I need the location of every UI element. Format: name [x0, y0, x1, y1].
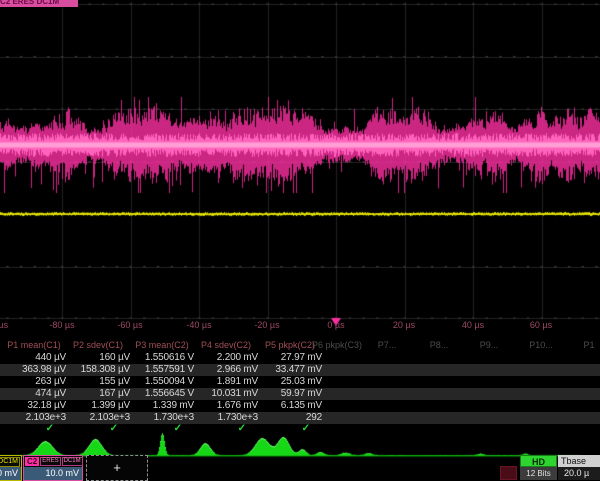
param-header-inactive[interactable]: P6 pkpk(C3) — [308, 339, 366, 351]
stat-cell: 1.891 mV — [194, 376, 258, 388]
param-header-inactive[interactable]: P1 — [578, 339, 600, 351]
stat-cell: 1.339 mV — [130, 400, 194, 412]
hd-bits: 12 Bits — [520, 467, 557, 480]
stat-cell: 33.477 mV — [258, 364, 322, 376]
stat-cell: 155 µV — [66, 376, 130, 388]
c1-scale: 0 mV — [0, 467, 21, 480]
stat-cell: 1.399 µV — [66, 400, 130, 412]
c2-descriptor[interactable]: C2 ERES DC1M 10.0 mV — [23, 455, 83, 481]
stat-cell: 32.18 µV — [2, 400, 66, 412]
stat-row: 32.18 µV1.399 µV1.339 mV1.676 mV6.135 mV — [0, 400, 600, 412]
param-header-inactive[interactable]: P10... — [516, 339, 566, 351]
c1-badge-row: DC1M — [0, 456, 21, 467]
stat-cell: 25.03 mV — [258, 376, 322, 388]
plus-icon: + — [113, 460, 121, 475]
time-tick-label: 20 µs — [374, 320, 434, 330]
grid-trace-badge[interactable]: C2 ERES DC1M — [0, 0, 78, 7]
c1-coupling-badge: DC1M — [0, 457, 20, 467]
stat-cell: 363.98 µV — [2, 364, 66, 376]
hd-label: HD — [520, 455, 557, 467]
c2-eres-badge: ERES — [40, 457, 60, 466]
stat-row: 474 µV167 µV1.556645 V10.031 mV59.97 mV — [0, 388, 600, 400]
waveform-grid — [0, 0, 600, 330]
stat-cell: 59.97 mV — [258, 388, 322, 400]
timebase-label: Tbase — [558, 455, 600, 467]
c2-scale: 10.0 mV — [24, 467, 82, 480]
stat-row: 263 µV155 µV1.550094 V1.891 mV25.03 mV — [0, 376, 600, 388]
timebase-descriptor[interactable]: Tbase 20.0 µ — [558, 455, 600, 481]
stat-cell: 6.135 mV — [258, 400, 322, 412]
stat-cell: 1.550616 V — [130, 352, 194, 364]
grid-trace-badge-label: C2 ERES DC1M — [0, 0, 78, 7]
time-tick-label: 60 µs — [511, 320, 571, 330]
histogram-trace — [0, 431, 600, 458]
param-header-inactive[interactable]: P7... — [364, 339, 410, 351]
stat-cell: 10.031 mV — [194, 388, 258, 400]
stat-cell: 1.556645 V — [130, 388, 194, 400]
stat-cell: 440 µV — [2, 352, 66, 364]
status-check-icon: ✓ — [66, 423, 118, 434]
stat-cell: 160 µV — [66, 352, 130, 364]
stat-cell: 1.550094 V — [130, 376, 194, 388]
time-tick-label: -40 µs — [169, 320, 229, 330]
time-axis: -100 µs -80 µs -60 µs -40 µs -20 µs 0 µs 20 µs… — [0, 318, 600, 332]
stat-cell: 263 µV — [2, 376, 66, 388]
descriptor-bar: DC1M 0 mV C2 ERES DC1M 10.0 mV + HD 12 B… — [0, 455, 600, 480]
timebase-value: 20.0 µ — [558, 467, 600, 480]
status-check-icon: ✓ — [258, 423, 310, 434]
c2-label-badge: C2 — [25, 457, 39, 466]
time-tick-label: -60 µs — [100, 320, 160, 330]
status-check-icon: ✓ — [130, 423, 182, 434]
c2-badge-row: C2 ERES DC1M — [24, 456, 82, 467]
param-header-p3[interactable]: P3 mean(C2) — [130, 339, 194, 351]
param-header-p4[interactable]: P4 sdev(C2) — [194, 339, 258, 351]
stat-cell: 474 µV — [2, 388, 66, 400]
stat-row: 440 µV160 µV1.550616 V2.200 mV27.97 mV — [0, 352, 600, 364]
status-check-icon: ✓ — [194, 423, 246, 434]
param-header-p2[interactable]: P2 sdev(C1) — [66, 339, 130, 351]
stat-cell: 1.676 mV — [194, 400, 258, 412]
stat-cell: 2.966 mV — [194, 364, 258, 376]
stat-cell: 1.557591 V — [130, 364, 194, 376]
param-header-inactive[interactable]: P8... — [416, 339, 462, 351]
c1-descriptor[interactable]: DC1M 0 mV — [0, 455, 22, 481]
unidentified-badge — [500, 466, 517, 480]
param-header-inactive[interactable]: P9... — [466, 339, 512, 351]
stat-cell: 2.200 mV — [194, 352, 258, 364]
time-tick-label: 40 µs — [443, 320, 503, 330]
c2-coupling-badge: DC1M — [62, 457, 83, 466]
param-header-p1[interactable]: P1 mean(C1) — [2, 339, 66, 351]
param-header-row: P1 mean(C1)P2 sdev(C1)P3 mean(C2)P4 sdev… — [0, 339, 600, 351]
stat-row: 363.98 µV158.308 µV1.557591 V2.966 mV33.… — [0, 364, 600, 376]
stat-cell: 167 µV — [66, 388, 130, 400]
time-tick-label: -100 µs — [0, 320, 23, 330]
stat-cell: 158.308 µV — [66, 364, 130, 376]
status-row: ✓ ✓ ✓ ✓ ✓ — [0, 423, 600, 435]
time-tick-label: -20 µs — [237, 320, 297, 330]
status-check-icon: ✓ — [2, 423, 54, 434]
hd-mode-badge[interactable]: HD 12 Bits — [520, 455, 557, 481]
time-tick-label: 0 µs — [306, 320, 366, 330]
add-trace-button[interactable]: + — [86, 455, 148, 481]
measurement-table: P1 mean(C1)P2 sdev(C1)P3 mean(C2)P4 sdev… — [0, 337, 600, 433]
stat-cell: 27.97 mV — [258, 352, 322, 364]
time-tick-label: -80 µs — [32, 320, 92, 330]
